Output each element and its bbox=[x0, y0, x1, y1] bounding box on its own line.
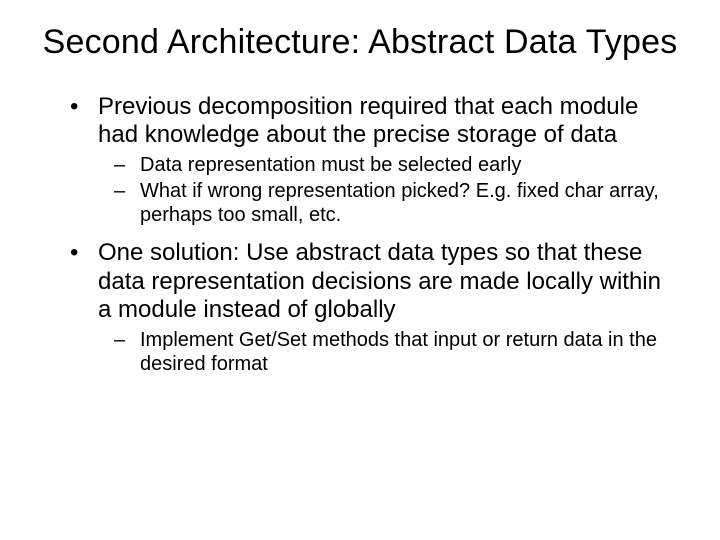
list-item: Implement Get/Set methods that input or … bbox=[114, 328, 680, 376]
list-item: One solution: Use abstract data types so… bbox=[70, 239, 680, 376]
sub-bullet-list: Implement Get/Set methods that input or … bbox=[114, 328, 680, 376]
sub-bullet-text: Data representation must be selected ear… bbox=[140, 154, 521, 176]
slide: Second Architecture: Abstract Data Types… bbox=[0, 0, 720, 540]
list-item: Previous decomposition required that eac… bbox=[70, 93, 680, 228]
sub-bullet-text: What if wrong representation picked? E.g… bbox=[140, 180, 659, 226]
bullet-text: Previous decomposition required that eac… bbox=[98, 93, 638, 148]
bullet-list: Previous decomposition required that eac… bbox=[70, 93, 680, 377]
list-item: Data representation must be selected ear… bbox=[114, 153, 680, 177]
sub-bullet-list: Data representation must be selected ear… bbox=[114, 153, 680, 227]
bullet-text: One solution: Use abstract data types so… bbox=[98, 239, 661, 323]
sub-bullet-text: Implement Get/Set methods that input or … bbox=[140, 329, 657, 375]
list-item: What if wrong representation picked? E.g… bbox=[114, 179, 680, 227]
slide-title: Second Architecture: Abstract Data Types bbox=[40, 22, 680, 63]
